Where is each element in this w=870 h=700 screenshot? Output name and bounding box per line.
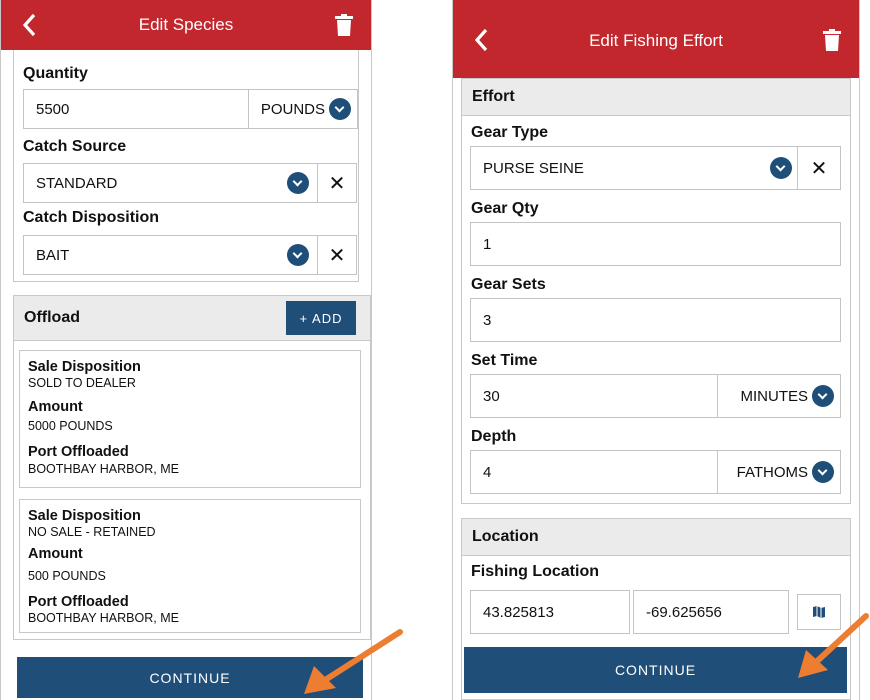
- location-header: Location: [461, 518, 851, 556]
- offload-card[interactable]: Sale Disposition NO SALE - RETAINED Amou…: [19, 499, 361, 633]
- fishing-location-label: Fishing Location: [471, 563, 599, 580]
- dropdown-chevron-icon: [329, 98, 351, 120]
- port-offloaded-label: Port Offloaded: [28, 444, 129, 460]
- add-offload-button[interactable]: + ADD: [286, 301, 356, 335]
- gear-sets-input[interactable]: 3: [470, 298, 841, 342]
- depth-label: Depth: [471, 428, 517, 445]
- quantity-unit-value: POUNDS: [260, 100, 325, 118]
- gear-type-label: Gear Type: [471, 124, 549, 141]
- clear-x-icon[interactable]: ✕: [317, 235, 357, 275]
- clear-x-icon[interactable]: ✕: [797, 146, 841, 190]
- port-offloaded-value: BOOTHBAY HARBOR, ME: [28, 462, 179, 476]
- amount-value: 5000 POUNDS: [28, 419, 113, 433]
- quantity-label: Quantity: [23, 65, 88, 82]
- amount-label: Amount: [28, 399, 83, 415]
- set-time-label: Set Time: [471, 352, 538, 369]
- catch-source-select[interactable]: STANDARD: [23, 163, 318, 203]
- continue-button[interactable]: CONTINUE: [464, 647, 847, 693]
- back-chevron-icon[interactable]: [19, 12, 41, 38]
- dropdown-chevron-icon: [812, 385, 834, 407]
- quantity-unit-select[interactable]: POUNDS: [248, 89, 358, 129]
- sale-disposition-value: NO SALE - RETAINED: [28, 525, 156, 539]
- screen-title: Edit Fishing Effort: [589, 31, 723, 50]
- dropdown-chevron-icon: [770, 157, 792, 179]
- offload-title: Offload: [24, 309, 80, 326]
- catch-disposition-label: Catch Disposition: [23, 209, 160, 226]
- latitude-input[interactable]: 43.825813: [470, 590, 630, 634]
- gear-type-value: PURSE SEINE: [483, 159, 584, 177]
- port-offloaded-label: Port Offloaded: [28, 594, 129, 610]
- gear-type-select[interactable]: PURSE SEINE: [470, 146, 803, 190]
- catch-source-value: STANDARD: [36, 174, 118, 192]
- catch-source-label: Catch Source: [23, 138, 127, 155]
- dropdown-chevron-icon: [812, 461, 834, 483]
- sale-disposition-value: SOLD TO DEALER: [28, 376, 136, 390]
- offload-card[interactable]: Sale Disposition SOLD TO DEALER Amount 5…: [19, 350, 361, 488]
- dropdown-chevron-icon: [287, 244, 309, 266]
- dropdown-chevron-icon: [287, 172, 309, 194]
- clear-x-icon[interactable]: ✕: [317, 163, 357, 203]
- catch-disposition-select[interactable]: BAIT: [23, 235, 318, 275]
- set-time-input[interactable]: 30: [470, 374, 718, 418]
- set-time-unit-value: MINUTES: [740, 387, 809, 405]
- edit-fishing-effort-screen: Edit Fishing Effort Effort Gear Type PUR…: [452, 0, 860, 700]
- screen-title: Edit Species: [138, 15, 234, 34]
- sale-disposition-label: Sale Disposition: [28, 359, 141, 375]
- gear-qty-input[interactable]: 1: [470, 222, 841, 266]
- trash-icon[interactable]: [823, 29, 841, 51]
- quantity-input[interactable]: 5500: [23, 89, 249, 129]
- port-offloaded-value: BOOTHBAY HARBOR, ME: [28, 611, 179, 625]
- depth-input[interactable]: 4: [470, 450, 718, 494]
- depth-unit-select[interactable]: FATHOMS: [717, 450, 841, 494]
- catch-disposition-value: BAIT: [36, 246, 70, 264]
- trash-icon[interactable]: [335, 14, 353, 36]
- arrow-pointer-icon: [304, 629, 403, 694]
- gear-sets-label: Gear Sets: [471, 276, 546, 293]
- top-bar: Edit Fishing Effort: [453, 0, 859, 78]
- effort-header: Effort: [461, 78, 851, 116]
- location-title: Location: [472, 528, 539, 545]
- longitude-input[interactable]: -69.625656: [633, 590, 789, 634]
- set-time-unit-select[interactable]: MINUTES: [717, 374, 841, 418]
- amount-label: Amount: [28, 546, 83, 562]
- gear-qty-label: Gear Qty: [471, 200, 539, 217]
- edit-species-screen: Edit Species Quantity 5500 POUNDS Catch …: [0, 0, 372, 700]
- amount-value: 500 POUNDS: [28, 569, 106, 583]
- back-chevron-icon[interactable]: [471, 27, 493, 53]
- sale-disposition-label: Sale Disposition: [28, 508, 141, 524]
- arrow-pointer-icon: [798, 613, 869, 678]
- top-bar: Edit Species: [1, 0, 371, 50]
- effort-title: Effort: [472, 88, 515, 105]
- depth-unit-value: FATHOMS: [736, 463, 808, 481]
